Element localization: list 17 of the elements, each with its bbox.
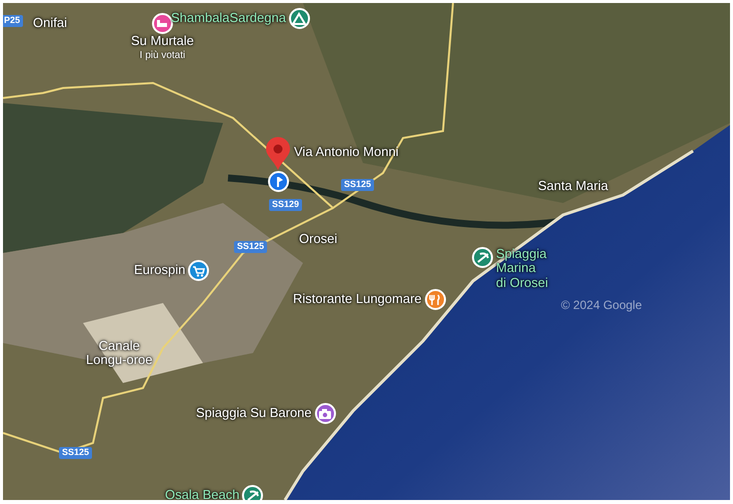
map-pin-icon[interactable] <box>265 137 291 171</box>
map-attribution: © 2024 Google <box>561 297 642 314</box>
place-label: Ristorante Lungomare <box>293 292 422 307</box>
place-label: Onifai <box>33 16 67 30</box>
place-label: Spiaggia Su Barone <box>196 406 312 421</box>
place-label: Orosei <box>299 232 338 246</box>
place-label: Su Murtale <box>131 34 194 48</box>
road-number-label: SS125 <box>59 447 92 459</box>
place-label: ShambalaSardegna <box>171 11 286 26</box>
road-number-label: P25 <box>3 15 24 27</box>
place-label: Osala Beach <box>165 488 240 500</box>
place-label: Santa Maria <box>538 179 608 194</box>
place-label: Eurospin <box>134 263 186 278</box>
road-number-label: SS129 <box>269 199 302 211</box>
rating-note: I più votati <box>140 49 186 64</box>
road-number-label: SS125 <box>234 241 268 253</box>
road-number-label: SS125 <box>341 179 374 191</box>
